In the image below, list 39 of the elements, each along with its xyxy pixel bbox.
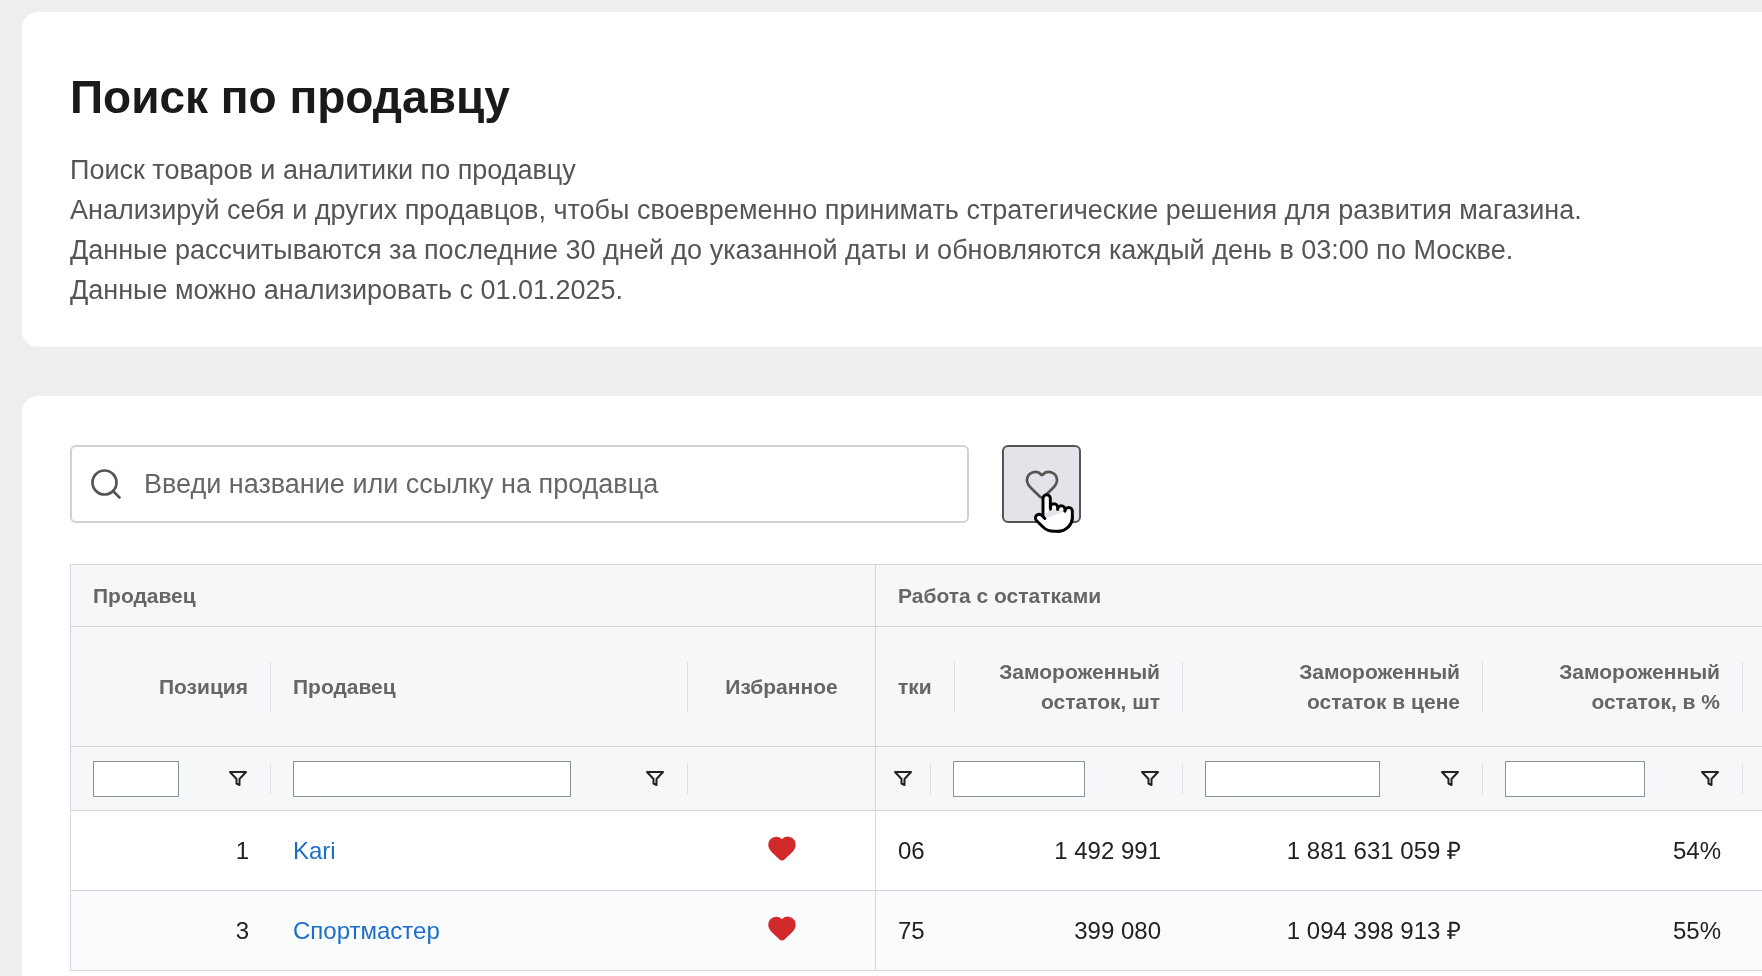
filter-icon[interactable] <box>1700 769 1720 788</box>
filter-field[interactable] <box>1205 760 1380 797</box>
filter-field[interactable] <box>1505 760 1645 797</box>
column-header[interactable]: Продавец <box>293 671 396 702</box>
column-header[interactable]: Замороженный остаток, шт <box>960 656 1160 717</box>
table-cell-text: 3 <box>235 915 249 946</box>
column-header[interactable]: тки <box>898 671 932 702</box>
filter-icon[interactable] <box>228 769 248 788</box>
filter-field[interactable] <box>293 760 571 797</box>
column-header[interactable]: Избранное <box>725 671 838 702</box>
seller-link[interactable]: Спортмастер <box>293 912 440 949</box>
filter-field[interactable] <box>953 760 1085 797</box>
table-cell-text: 1 094 398 913 ₽ <box>1286 915 1461 946</box>
table-cell-text: 1 492 991 <box>1054 835 1161 866</box>
table-cell-text: 1 <box>235 835 249 866</box>
filter-field[interactable] <box>93 760 179 797</box>
table-cell-text: 55% <box>1672 915 1721 946</box>
filter-icon[interactable] <box>893 769 913 788</box>
group-header: Продавец <box>93 582 196 609</box>
description-line: Данные можно анализировать с 01.01.2025. <box>70 274 625 307</box>
search-icon <box>88 466 124 502</box>
description-line: Данные рассчитываются за последние 30 дней до указанной даты и обновляются каждый день в 03:00 по Москве. <box>70 234 1515 267</box>
group-header: Работа с остатками <box>898 582 1102 609</box>
description-line: Анализируй себя и других продавцов, чтобы своевременно принимать стратегические решения для развития магазина. <box>70 194 1583 227</box>
filter-icon[interactable] <box>1140 769 1160 788</box>
hand-cursor-icon <box>1032 491 1076 535</box>
description-line: Поиск товаров и аналитики по продавцу <box>70 154 577 187</box>
table-cell-text: 06 <box>898 835 925 866</box>
filter-icon[interactable] <box>645 769 665 788</box>
table-cell-text: 1 881 631 059 ₽ <box>1286 835 1461 866</box>
column-header[interactable]: Замороженный остаток, в % <box>1520 656 1720 717</box>
filter-icon[interactable] <box>1440 769 1460 788</box>
search-field[interactable]: Введи название или ссылку на продавца <box>70 445 969 523</box>
column-header[interactable]: Позиция <box>158 671 248 702</box>
column-header[interactable]: Замороженный остаток в цене <box>1260 656 1460 717</box>
table-cell-text: 75 <box>898 915 925 946</box>
seller-link[interactable]: Kari <box>293 832 336 869</box>
table-cell-text: 399 080 <box>1074 915 1161 946</box>
table-cell-text: 54% <box>1672 835 1721 866</box>
